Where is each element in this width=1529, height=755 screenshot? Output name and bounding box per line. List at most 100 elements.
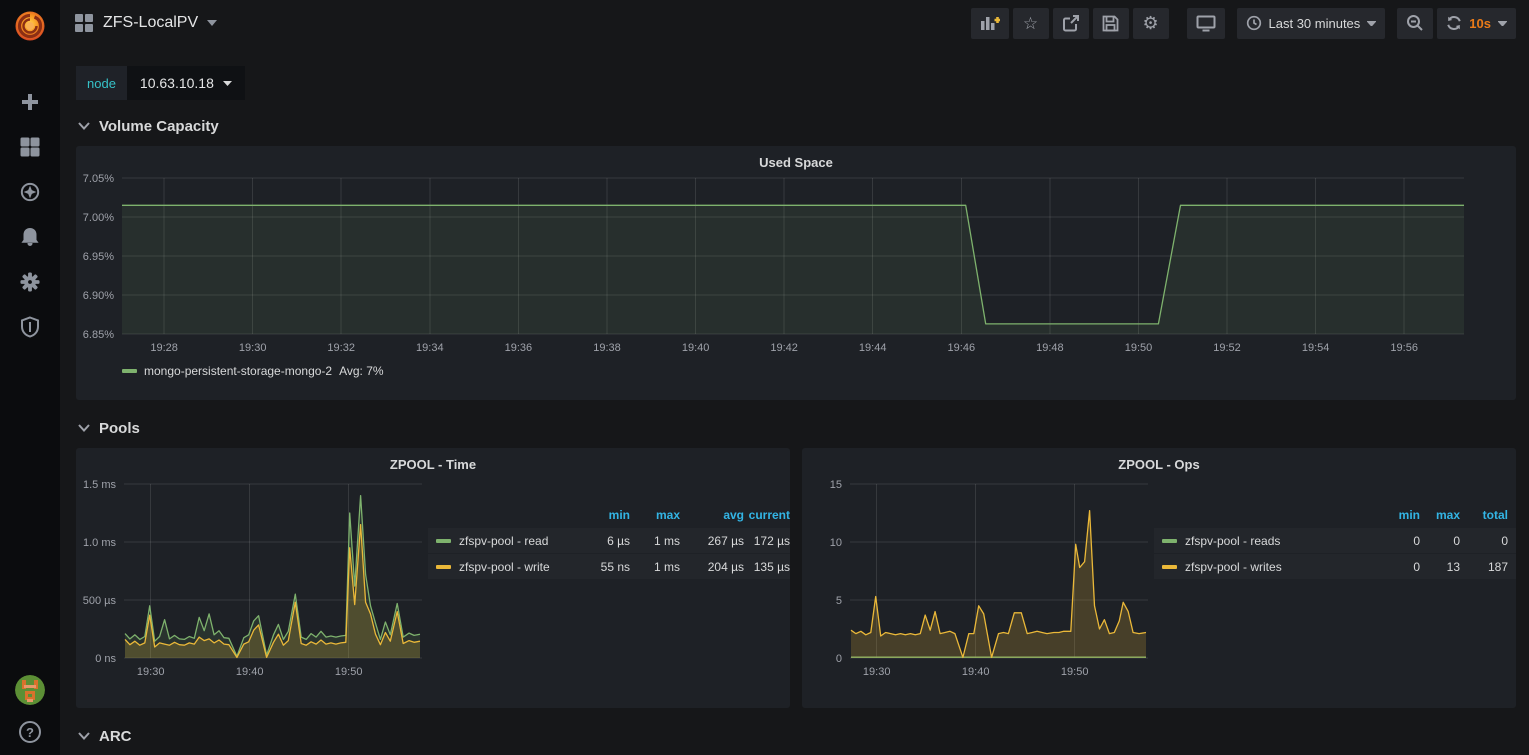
legend-col-avg[interactable]: avg [680, 508, 744, 522]
zpool-ops-graph[interactable]: 15105019:3019:4019:50 [802, 472, 1154, 686]
dashboards-icon[interactable] [20, 137, 40, 157]
panel-title-zpool-ops[interactable]: ZPOOL - Ops [802, 448, 1516, 472]
chevron-down-icon [78, 424, 90, 432]
used-space-panel: Used Space 7.05%7.00%6.95%6.90%6.85%19:2… [76, 146, 1516, 400]
cycle-view-button[interactable] [1187, 8, 1225, 39]
gear-icon: ⚙ [1142, 14, 1158, 32]
stat-min: 55 ns [568, 560, 630, 574]
top-navbar: ZFS-LocalPV ☆ ⚙ [60, 0, 1529, 46]
stat-min: 6 µs [568, 534, 630, 548]
grafana-logo[interactable] [0, 0, 60, 52]
alerting-icon[interactable] [20, 227, 40, 247]
series-name[interactable]: zfspv-pool - writes [1185, 560, 1282, 574]
save-button[interactable] [1093, 8, 1129, 39]
save-icon [1102, 15, 1119, 32]
svg-text:19:50: 19:50 [1125, 342, 1153, 354]
explore-icon[interactable] [20, 182, 40, 202]
panel-title-used-space[interactable]: Used Space [76, 146, 1516, 170]
section-label: Volume Capacity [99, 118, 219, 135]
svg-text:5: 5 [836, 595, 842, 607]
svg-text:0 ns: 0 ns [95, 653, 116, 665]
create-icon[interactable] [20, 92, 40, 112]
svg-text:19:40: 19:40 [236, 666, 264, 678]
series-swatch [122, 369, 137, 373]
refresh-button[interactable]: 10s [1437, 8, 1516, 39]
legend-row-writes: zfspv-pool - writes 0 13 187 [1154, 554, 1516, 579]
clock-icon [1246, 15, 1262, 31]
section-volume-capacity[interactable]: Volume Capacity [78, 114, 1516, 138]
section-pools[interactable]: Pools [78, 416, 1516, 440]
svg-text:19:42: 19:42 [770, 342, 798, 354]
time-range-picker[interactable]: Last 30 minutes [1237, 8, 1386, 39]
series-name[interactable]: zfspv-pool - write [459, 560, 550, 574]
legend-col-min[interactable]: min [568, 508, 630, 522]
series-swatch [1162, 565, 1177, 569]
legend-col-min[interactable]: min [1364, 508, 1420, 522]
stat-total: 187 [1460, 560, 1508, 574]
sidebar: ? [0, 0, 60, 755]
refresh-icon [1446, 15, 1462, 31]
node-variable-dropdown[interactable]: node 10.63.10.18 [76, 66, 245, 100]
stat-avg: 267 µs [680, 534, 744, 548]
dashboard-settings-button[interactable]: ⚙ [1133, 8, 1169, 39]
series-swatch [436, 539, 451, 543]
main-area: ZFS-LocalPV ☆ ⚙ [60, 0, 1529, 755]
zpool-time-legend-table: min max avg current zfspv-pool - read 6 … [428, 502, 790, 686]
stat-current: 135 µs [744, 560, 790, 574]
dashboard-title-button[interactable]: ZFS-LocalPV [74, 13, 217, 33]
svg-text:19:30: 19:30 [863, 666, 891, 678]
stat-max: 13 [1420, 560, 1460, 574]
legend-row-reads: zfspv-pool - reads 0 0 0 [1154, 528, 1516, 553]
series-name[interactable]: mongo-persistent-storage-mongo-2 [144, 364, 332, 378]
used-space-graph[interactable]: 7.05%7.00%6.95%6.90%6.85%19:2819:3019:32… [76, 170, 1500, 360]
svg-text:15: 15 [830, 479, 842, 491]
stat-max: 1 ms [630, 534, 680, 548]
series-swatch [436, 565, 451, 569]
plus-badge-icon [994, 17, 1000, 24]
panel-title-zpool-time[interactable]: ZPOOL - Time [76, 448, 790, 472]
svg-text:6.90%: 6.90% [83, 290, 114, 302]
node-variable-label: node [76, 66, 127, 100]
svg-text:6.85%: 6.85% [83, 329, 114, 341]
time-range-label: Last 30 minutes [1269, 16, 1361, 31]
series-name[interactable]: zfspv-pool - reads [1185, 534, 1280, 548]
series-avg: Avg: 7% [339, 364, 383, 378]
section-label: Pools [99, 420, 140, 437]
stat-total: 0 [1460, 534, 1508, 548]
stat-max: 0 [1420, 534, 1460, 548]
legend-col-max[interactable]: max [630, 508, 680, 522]
add-panel-button[interactable] [971, 8, 1009, 39]
tv-monitor-icon [1196, 15, 1216, 32]
series-swatch [1162, 539, 1177, 543]
svg-text:19:32: 19:32 [327, 342, 355, 354]
share-button[interactable] [1053, 8, 1089, 39]
svg-text:7.00%: 7.00% [83, 212, 114, 224]
help-icon[interactable]: ? [19, 721, 41, 743]
zpool-time-graph[interactable]: 1.5 ms1.0 ms500 µs0 ns19:3019:4019:50 [76, 472, 428, 686]
legend-col-current[interactable]: current [744, 508, 790, 522]
magnifier-minus-icon [1406, 14, 1424, 32]
zpool-time-panel: ZPOOL - Time 1.5 ms1.0 ms500 µs0 ns19:30… [76, 448, 790, 708]
svg-text:19:38: 19:38 [593, 342, 621, 354]
svg-text:19:50: 19:50 [1061, 666, 1089, 678]
svg-text:500 µs: 500 µs [83, 595, 117, 607]
svg-text:7.05%: 7.05% [83, 173, 114, 185]
legend-col-max[interactable]: max [1420, 508, 1460, 522]
star-button[interactable]: ☆ [1013, 8, 1049, 39]
user-avatar[interactable] [15, 675, 45, 705]
zoom-out-button[interactable] [1397, 8, 1433, 39]
series-name[interactable]: zfspv-pool - read [459, 534, 548, 548]
svg-text:10: 10 [830, 537, 842, 549]
dashboard-content: node 10.63.10.18 Volume Capacity Used Sp… [60, 46, 1529, 755]
section-arc[interactable]: ARC [78, 724, 1516, 748]
star-icon: ☆ [1023, 15, 1038, 32]
server-admin-icon[interactable] [20, 317, 40, 337]
node-variable-value: 10.63.10.18 [140, 75, 214, 91]
section-label: ARC [99, 728, 132, 745]
legend-col-total[interactable]: total [1460, 508, 1508, 522]
svg-text:19:34: 19:34 [416, 342, 444, 354]
svg-text:19:50: 19:50 [335, 666, 363, 678]
configuration-icon[interactable] [20, 272, 40, 292]
svg-text:19:56: 19:56 [1390, 342, 1418, 354]
svg-text:1.0 ms: 1.0 ms [83, 537, 117, 549]
